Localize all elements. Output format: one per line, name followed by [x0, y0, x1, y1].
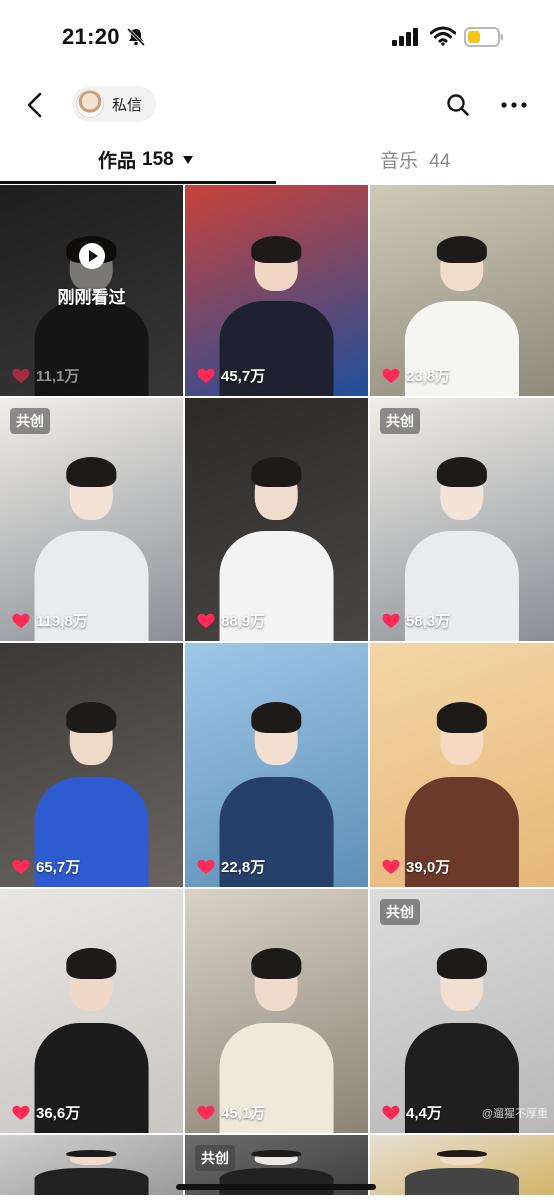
heart-icon [382, 1105, 400, 1120]
co-create-badge: 共创 [195, 1145, 235, 1171]
video-tile[interactable]: 共创 4,4万 @遛猩不厚重 [370, 889, 554, 1133]
video-tile[interactable]: 共创 58,3万 [370, 398, 554, 641]
bell-slash-icon [126, 27, 146, 47]
like-count: 88,9万 [197, 610, 265, 631]
video-tile[interactable]: 45,1万 [185, 889, 368, 1133]
video-tile[interactable]: 88,9万 [185, 398, 368, 641]
content-tabs: 作品 158 音乐 44 [0, 138, 554, 184]
like-count-value: 119,8万 [36, 613, 88, 630]
thumbnail-image [404, 1148, 520, 1195]
like-count: 119,8万 [12, 610, 88, 631]
like-count-value: 88,9万 [221, 613, 266, 630]
profile-header: 私信 [0, 80, 554, 132]
like-count-value: 45,1万 [221, 1105, 266, 1122]
like-count: 22,8万 [197, 856, 265, 877]
search-icon[interactable] [446, 93, 470, 117]
video-tile[interactable]: 共创 119,8万 [0, 398, 183, 641]
like-count: 45,7万 [197, 365, 265, 386]
tab-music-label: 音乐 [380, 151, 419, 172]
like-count: 39,0万 [382, 856, 450, 877]
like-count-value: 4,4万 [406, 1105, 442, 1122]
like-count-value: 45,7万 [221, 368, 266, 385]
tab-music[interactable]: 音乐 44 [380, 146, 450, 173]
tab-works[interactable]: 作品 158 [98, 146, 194, 173]
heart-icon [197, 368, 215, 383]
like-count-value: 39,0万 [406, 859, 451, 876]
thumbnail-image [34, 1148, 149, 1195]
caret-down-icon [182, 155, 193, 164]
like-count: 58,3万 [382, 610, 450, 631]
heart-icon [382, 368, 400, 383]
video-tile[interactable] [0, 1135, 183, 1195]
status-time: 21:20 [62, 24, 120, 49]
like-count: 23,8万 [382, 365, 450, 386]
like-count: 4,4万 [382, 1102, 442, 1123]
heart-icon [382, 859, 400, 874]
signal-icon [392, 28, 418, 46]
heart-icon [197, 1105, 215, 1120]
co-create-badge: 共创 [380, 408, 420, 434]
message-label: 私信 [112, 96, 143, 114]
avatar [76, 90, 104, 118]
heart-icon [382, 613, 400, 628]
tab-works-label: 作品 [98, 151, 137, 172]
heart-icon [12, 1105, 30, 1120]
co-create-badge: 共创 [10, 408, 50, 434]
video-tile[interactable]: 39,0万 [370, 643, 554, 887]
video-tile[interactable] [370, 1135, 554, 1195]
like-count-value: 23,8万 [406, 368, 451, 385]
more-dots-icon[interactable] [500, 96, 528, 114]
heart-icon [12, 859, 30, 874]
status-bar: 21:20 [0, 0, 554, 76]
like-count-value: 65,7万 [36, 859, 81, 876]
active-tab-indicator [0, 181, 276, 184]
like-count-value: 22,8万 [221, 859, 266, 876]
co-create-badge: 共创 [380, 899, 420, 925]
home-indicator [176, 1184, 376, 1190]
chevron-left-icon[interactable] [22, 90, 48, 120]
watermark-text: @遛猩不厚重 [481, 1108, 548, 1120]
play-icon [78, 243, 105, 269]
heart-icon [12, 613, 30, 628]
video-tile[interactable]: 22,8万 [185, 643, 368, 887]
like-count-value: 58,3万 [406, 613, 451, 630]
tab-works-count: 158 [142, 148, 174, 170]
message-button[interactable]: 私信 [72, 86, 157, 122]
like-count: 36,6万 [12, 1102, 80, 1123]
video-tile[interactable]: 23,8万 [370, 185, 554, 396]
heart-icon [197, 859, 215, 874]
recently-watched-marker: 刚刚看过 [0, 243, 183, 308]
heart-icon [12, 368, 30, 383]
video-tile[interactable]: 65,7万 [0, 643, 183, 887]
wifi-icon [430, 26, 456, 46]
like-count-value: 36,6万 [36, 1105, 81, 1122]
like-count-value: 11,1万 [36, 368, 80, 385]
tab-music-count: 44 [429, 151, 451, 172]
recently-watched-label: 刚刚看过 [57, 288, 126, 307]
video-tile[interactable]: 45,7万 [185, 185, 368, 396]
like-count: 65,7万 [12, 856, 80, 877]
video-tile[interactable]: 36,6万 [0, 889, 183, 1133]
battery-low-icon [464, 27, 503, 47]
like-count: 45,1万 [197, 1102, 265, 1123]
video-tile[interactable]: 刚刚看过 11,1万 [0, 185, 183, 396]
like-count: 11,1万 [12, 365, 79, 386]
heart-icon [197, 613, 215, 628]
